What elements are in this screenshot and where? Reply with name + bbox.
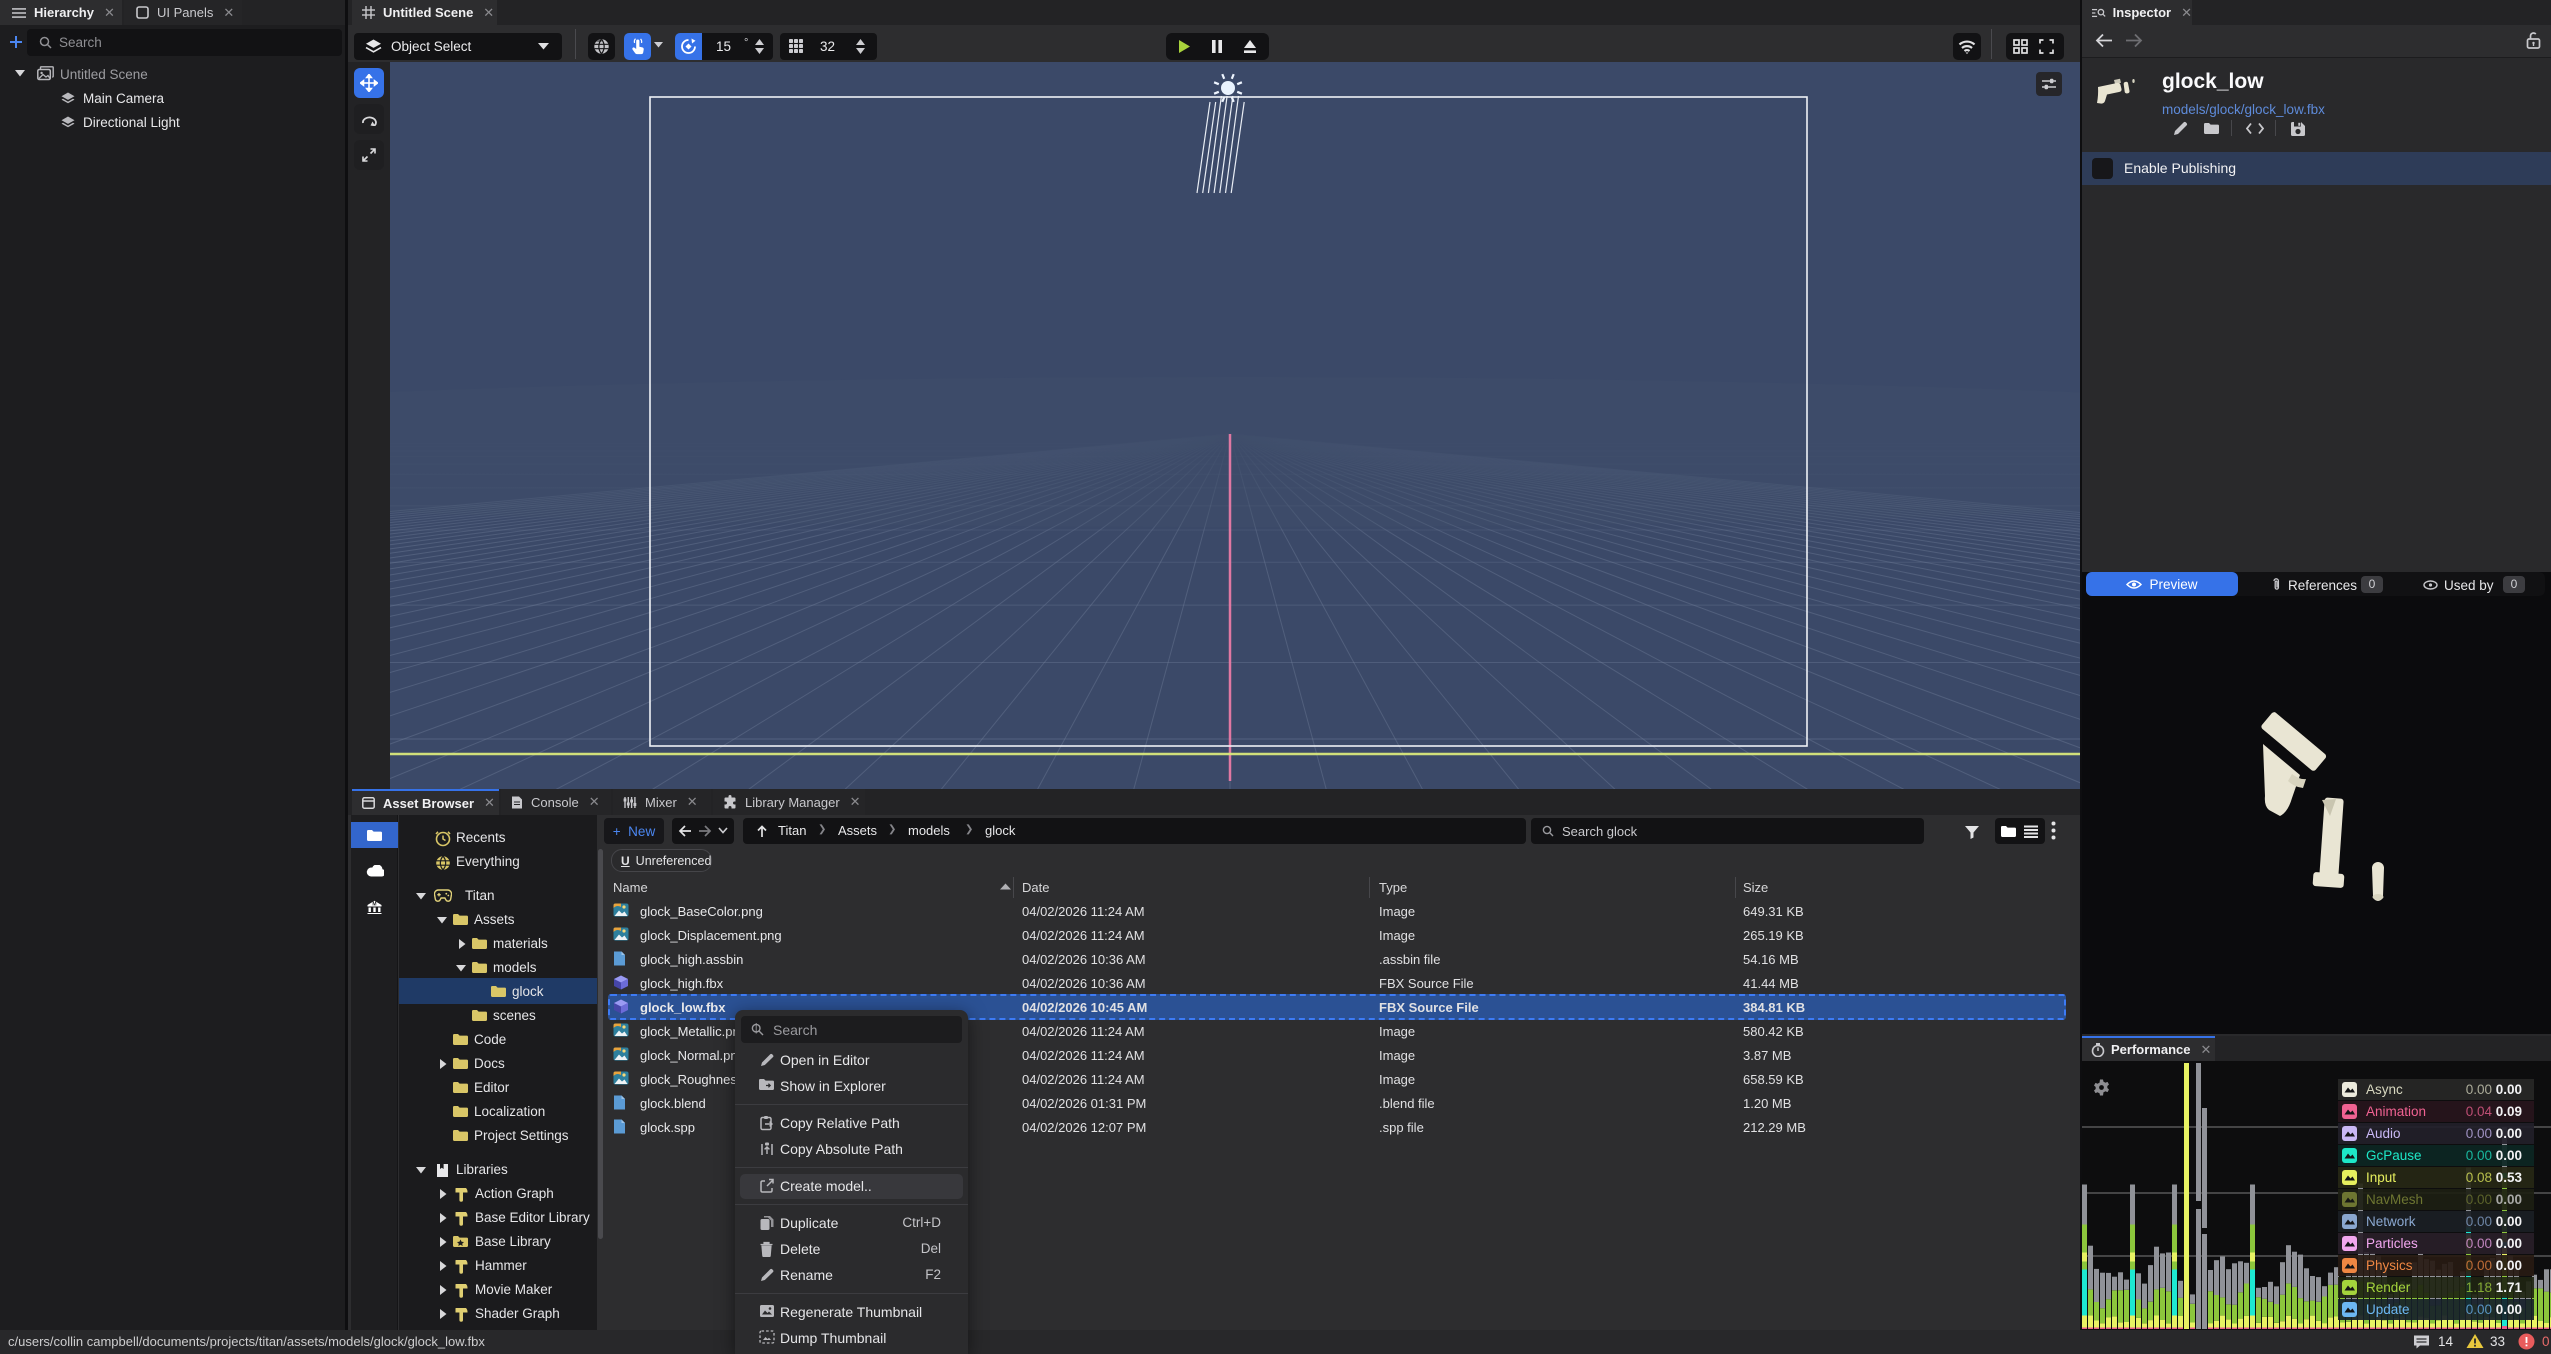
svg-text:M: M (372, 902, 376, 908)
